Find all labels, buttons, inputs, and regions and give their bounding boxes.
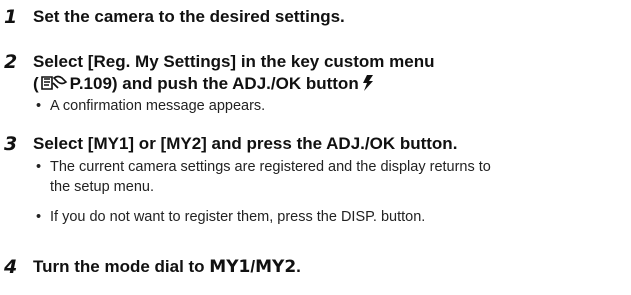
bullet-text-line-2: the setup menu. — [50, 179, 154, 195]
step-text-line-2: ( P.109) and push the ADJ./OK button — [33, 73, 374, 98]
step-text-prefix: Turn the mode dial to — [33, 257, 210, 276]
step-number: 1 — [4, 6, 18, 28]
bullet-glyph: • — [36, 98, 42, 114]
step-text-tail: ) and push the ADJ./OK button — [111, 74, 359, 93]
bullet-glyph: • — [36, 159, 42, 175]
bullet-text: A confirmation message appears. — [50, 98, 266, 114]
step-number: 3 — [4, 133, 18, 155]
bullet-item: • The current camera settings are registe… — [36, 157, 491, 197]
mode-my1-label: MY1 — [209, 257, 251, 277]
flash-icon — [362, 75, 374, 97]
step-number: 4 — [4, 256, 18, 278]
bullet-item: • A confirmation message appears. — [36, 96, 265, 116]
page-reference: P.109 — [69, 74, 112, 93]
step-number: 2 — [4, 51, 18, 73]
bullet-text-line-1: The current camera settings are register… — [50, 159, 491, 175]
step-text: Turn the mode dial to MY1/MY2. — [33, 256, 301, 278]
step-text-line-1: Select [Reg. My Settings] in the key cus… — [33, 52, 435, 71]
bullet-text: If you do not want to register them, pre… — [50, 209, 426, 225]
step-text: Select [MY1] or [MY2] and press the ADJ.… — [33, 134, 458, 153]
instruction-page: 1 Set the camera to the desired settings… — [0, 0, 631, 295]
bullet-item: • If you do not want to register them, pr… — [36, 207, 425, 227]
bullet-glyph: • — [36, 209, 42, 225]
step-text-suffix: . — [296, 257, 301, 276]
paren-open: ( — [33, 74, 39, 93]
mode-my2-label: MY2 — [255, 257, 297, 277]
reference-book-icon — [40, 74, 68, 98]
step-text: Set the camera to the desired settings. — [33, 7, 345, 26]
